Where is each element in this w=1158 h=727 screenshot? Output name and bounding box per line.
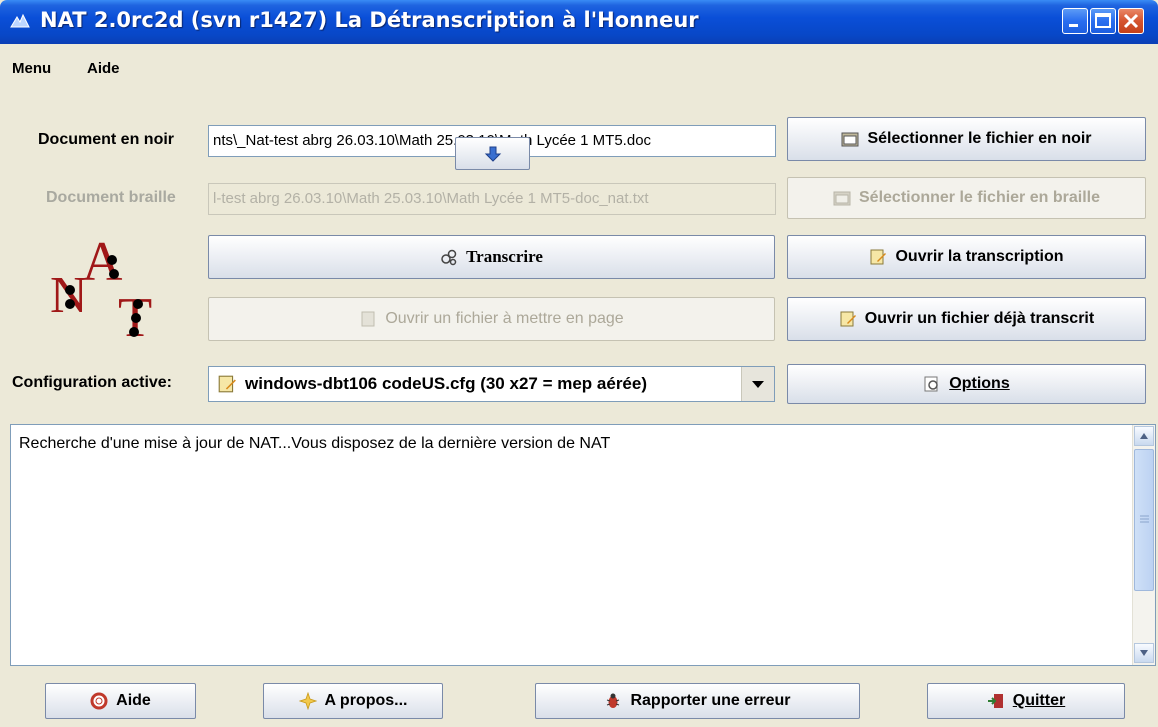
scroll-up-button[interactable] [1134, 426, 1154, 446]
title-bar[interactable]: NAT 2.0rc2d (svn r1427) La Détranscripti… [0, 0, 1158, 44]
document-braille-label: Document braille [46, 189, 176, 206]
exit-door-icon [987, 694, 1003, 708]
configuration-label: Configuration active: [12, 374, 173, 391]
app-icon [10, 13, 30, 28]
menu-menu[interactable]: Menu [12, 60, 51, 77]
open-transcription-button[interactable]: Ouvrir la transcription [787, 235, 1146, 279]
folder-icon [841, 132, 859, 147]
options-icon [924, 376, 939, 392]
svg-text:A: A [82, 232, 123, 293]
lifebuoy-icon [90, 692, 108, 710]
minimize-icon [1069, 24, 1078, 27]
document-edit-icon [840, 311, 856, 327]
convert-down-button[interactable] [455, 137, 530, 170]
configuration-dropdown-arrow[interactable] [741, 367, 774, 401]
select-noir-file-button[interactable]: Sélectionner le fichier en noir [787, 117, 1146, 161]
document-braille-path-field[interactable]: l-test abrg 26.03.10\Math 25.03.10\Math … [208, 183, 776, 215]
console-output[interactable]: Recherche d'une mise à jour de NAT...Vou… [10, 424, 1156, 666]
maximize-icon [1095, 13, 1111, 28]
about-button[interactable]: A propos... [263, 683, 443, 719]
document-noir-label: Document en noir [38, 131, 175, 148]
help-button[interactable]: Aide [45, 683, 196, 719]
vertical-scrollbar[interactable] [1132, 425, 1155, 665]
options-button[interactable]: Options [787, 364, 1146, 404]
document-edit-icon [870, 249, 887, 265]
gears-icon [441, 249, 457, 266]
document-icon [361, 311, 375, 327]
console-text: Recherche d'une mise à jour de NAT...Vou… [19, 435, 611, 452]
chevron-down-icon [752, 381, 764, 388]
grip-icon [1140, 515, 1149, 523]
arrow-down-icon [1140, 650, 1148, 656]
report-bug-button[interactable]: Rapporter une erreur [535, 683, 860, 719]
window-title: NAT 2.0rc2d (svn r1427) La Détranscripti… [40, 8, 699, 32]
open-transcribed-file-button[interactable]: Ouvrir un fichier déjà transcrit [787, 297, 1146, 341]
nat-main-window: NAT 2.0rc2d (svn r1427) La Détranscripti… [0, 0, 1158, 727]
close-icon [1123, 13, 1139, 29]
arrow-up-icon [1140, 433, 1148, 439]
maximize-button[interactable] [1090, 8, 1116, 34]
folder-icon [833, 191, 851, 206]
open-layout-file-button[interactable]: Ouvrir un fichier à mettre en page [208, 297, 775, 341]
quit-button[interactable]: Quitter [927, 683, 1125, 719]
bug-icon [607, 693, 620, 708]
nat-logo: N A T [50, 232, 152, 342]
menu-aide[interactable]: Aide [87, 60, 120, 77]
config-file-icon [218, 375, 236, 393]
transcribe-button[interactable]: Transcrire [208, 235, 775, 279]
scroll-thumb[interactable] [1134, 449, 1154, 591]
scroll-down-button[interactable] [1134, 643, 1154, 663]
star-icon [298, 692, 317, 710]
close-button[interactable] [1118, 8, 1144, 34]
minimize-button[interactable] [1062, 8, 1088, 34]
select-braille-file-button[interactable]: Sélectionner le fichier en braille [787, 177, 1146, 219]
configuration-select[interactable]: windows-dbt106 codeUS.cfg (30 x27 = mep … [208, 366, 775, 402]
menu-bar: Menu Aide [0, 44, 1158, 84]
configuration-selected-value: windows-dbt106 codeUS.cfg (30 x27 = mep … [245, 374, 647, 393]
arrow-down-icon [484, 146, 501, 162]
